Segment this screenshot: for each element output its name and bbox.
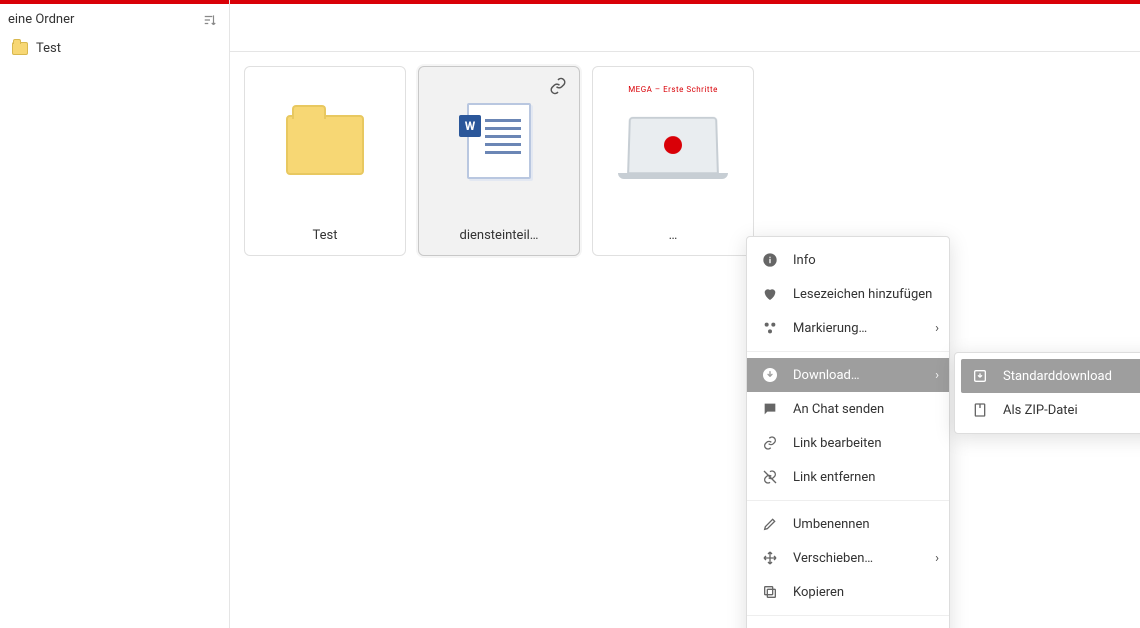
main: Test W diensteinteil… MEGA – Erste Schri… [230, 0, 1140, 628]
laptop-icon [627, 117, 719, 174]
separator [747, 615, 949, 616]
ctx-copy[interactable]: Kopieren [747, 575, 949, 609]
word-doc-icon: W [467, 103, 531, 179]
tag-icon [761, 319, 779, 337]
tile-getting-started[interactable]: MEGA – Erste Schritte … [592, 66, 754, 256]
folder-icon [286, 115, 364, 175]
move-icon [761, 549, 779, 567]
ctx-rename[interactable]: Umbenennen [747, 507, 949, 541]
tile-label: … [593, 228, 753, 243]
tile-caption: MEGA – Erste Schritte [628, 85, 718, 94]
sub-zip-download[interactable]: Als ZIP-Datei [961, 393, 1140, 427]
sidebar-item-label: Test [36, 41, 61, 56]
ctx-label: Info [793, 253, 816, 268]
ctx-label: An Chat senden [793, 402, 884, 417]
ctx-label: Link bearbeiten [793, 436, 882, 451]
ctx-label: Markierung… [793, 321, 867, 336]
chevron-right-icon: › [935, 321, 939, 336]
context-menu: Info Lesezeichen hinzufügen Markierung… … [746, 236, 950, 628]
download-icon [761, 366, 779, 384]
tile-grid: Test W diensteinteil… MEGA – Erste Schri… [244, 66, 1126, 256]
sidebar-section-header: eine Ordner [0, 4, 229, 35]
copy-icon [761, 583, 779, 601]
sort-icon[interactable] [203, 13, 217, 27]
ctx-info[interactable]: Info [747, 243, 949, 277]
ctx-remove[interactable]: Entfernen [747, 622, 949, 628]
folder-icon [12, 42, 28, 55]
sidebar: eine Ordner Test [0, 0, 230, 628]
sub-label: Als ZIP-Datei [1003, 403, 1078, 418]
ctx-tag[interactable]: Markierung… › [747, 311, 949, 345]
ctx-label: Verschieben… [793, 551, 873, 566]
ctx-label: Umbenennen [793, 517, 870, 532]
sub-label: Standarddownload [1003, 369, 1112, 384]
download-box-icon [971, 367, 989, 385]
tile-document[interactable]: W diensteinteil… [418, 66, 580, 256]
link-icon [761, 434, 779, 452]
ctx-remove-link[interactable]: Link entfernen [747, 460, 949, 494]
heart-icon [761, 285, 779, 303]
sidebar-item-test[interactable]: Test [0, 35, 229, 62]
ctx-label: Lesezeichen hinzufügen [793, 287, 932, 302]
ctx-label: Download… [793, 368, 860, 383]
separator [747, 351, 949, 352]
info-icon [761, 251, 779, 269]
ctx-move[interactable]: Verschieben… › [747, 541, 949, 575]
unlink-icon [761, 468, 779, 486]
chat-icon [761, 400, 779, 418]
tile-label: diensteinteil… [419, 228, 579, 243]
zip-icon [971, 401, 989, 419]
sidebar-section-title: eine Ordner [8, 12, 74, 27]
content-area: Test W diensteinteil… MEGA – Erste Schri… [230, 52, 1140, 628]
ctx-download[interactable]: Download… › [747, 358, 949, 392]
ctx-label: Link entfernen [793, 470, 875, 485]
sub-standard-download[interactable]: Standarddownload [961, 359, 1140, 393]
ctx-label: Kopieren [793, 585, 844, 600]
separator [747, 500, 949, 501]
tile-folder[interactable]: Test [244, 66, 406, 256]
ctx-chat[interactable]: An Chat senden [747, 392, 949, 426]
ctx-bookmark[interactable]: Lesezeichen hinzufügen [747, 277, 949, 311]
chevron-right-icon: › [935, 551, 939, 566]
ctx-edit-link[interactable]: Link bearbeiten [747, 426, 949, 460]
download-submenu: Standarddownload Als ZIP-Datei [954, 352, 1140, 434]
link-icon [549, 77, 567, 95]
chevron-right-icon: › [935, 368, 939, 383]
pencil-icon [761, 515, 779, 533]
tile-label: Test [245, 228, 405, 243]
topbar [230, 4, 1140, 52]
